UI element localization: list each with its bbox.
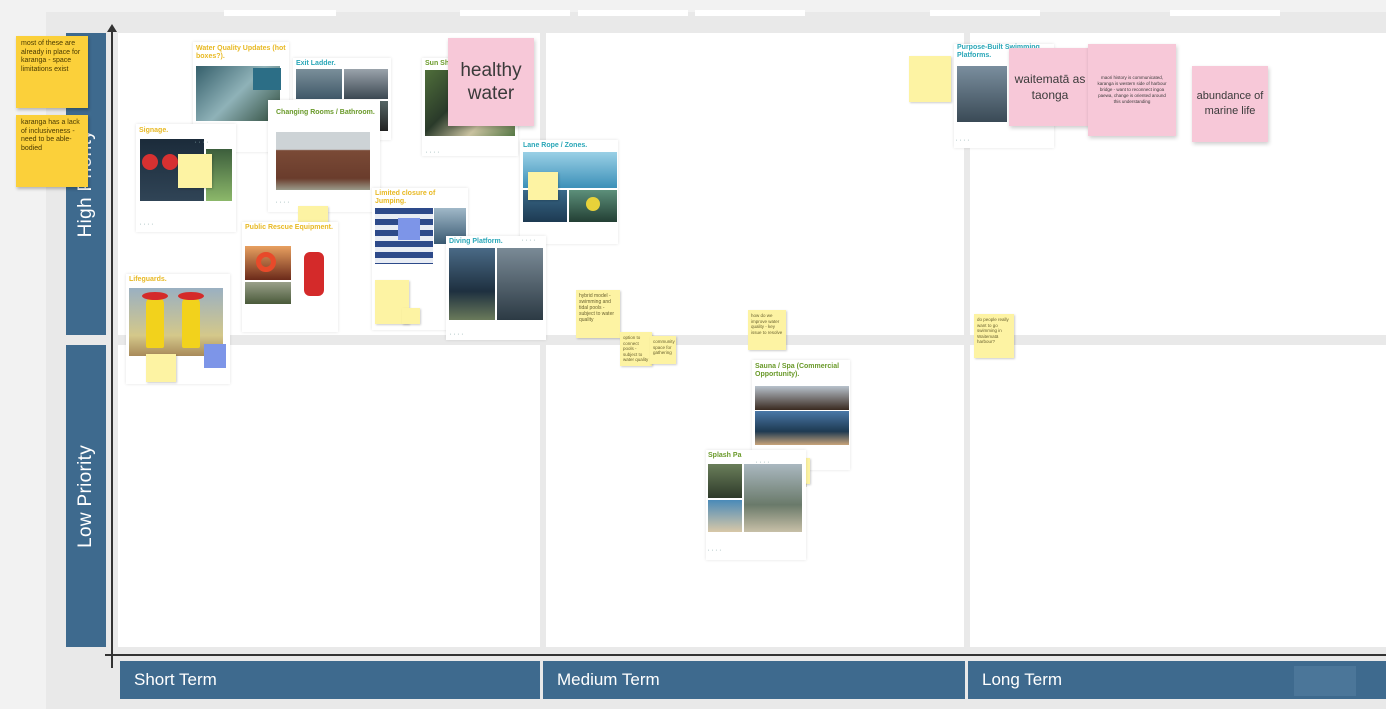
long-term-label: Long Term [982, 670, 1063, 689]
photo [755, 411, 849, 445]
x-axis-line [105, 654, 1386, 656]
card-footer-dots: ▪ ▪ ▪ ▪ [956, 138, 970, 142]
card-footer-dots: ▪ ▪ ▪ ▪ [756, 460, 770, 464]
photo [449, 248, 495, 320]
life-ring-icon [256, 252, 276, 272]
card-footer-dots: ▪ ▪ ▪ ▪ [140, 222, 154, 226]
card-splash-pad[interactable]: Splash Pa [706, 450, 806, 560]
photo [497, 248, 543, 320]
sticky-note-space[interactable]: most of these are already in place for k… [16, 36, 88, 108]
y-axis-arrow-icon [107, 24, 117, 32]
card-lane-rope[interactable]: Lane Rope / Zones. [520, 140, 618, 244]
y-axis-line [111, 28, 113, 668]
warning-sign-icon [162, 154, 178, 170]
card-footer-dots: ▪ ▪ ▪ ▪ [276, 200, 290, 204]
sticky-note-history[interactable]: maori history is communicated, karanga i… [1088, 44, 1176, 136]
card-title: Splash Pa [708, 452, 742, 459]
rescue-bag-icon [304, 252, 324, 296]
sticky-note[interactable]: how do we improve water quality - key is… [748, 310, 786, 350]
card-footer-dots: ▪ ▪ ▪ ▪ [450, 332, 464, 336]
buoy-icon [586, 197, 600, 211]
cropped-header-item [578, 10, 688, 16]
photo [344, 69, 388, 99]
card-footer-dots: ▪ ▪ ▪ ▪ [708, 548, 722, 552]
low-priority-label: Low Priority [75, 444, 96, 548]
card-title: Public Rescue Equipment. [245, 224, 333, 231]
cropped-header-item [1170, 10, 1280, 16]
card-title: Water Quality Updates (hot boxes?). [196, 45, 286, 60]
card-title: Changing Rooms / Bathroom. [276, 109, 375, 116]
lifeguard-figure [182, 296, 200, 348]
card-title: Exit Ladder. [296, 60, 336, 67]
sticky-note[interactable] [178, 154, 212, 188]
card-footer-dots: ▪ ▪ ▪ ▪ [522, 238, 536, 242]
quadrant-low-short[interactable] [118, 345, 540, 647]
card-title: Limited closure of Jumping. [375, 190, 436, 205]
card-diving-platform[interactable]: Diving Platform. [446, 236, 546, 340]
blue-sticky-note[interactable] [398, 218, 420, 240]
photo [744, 464, 802, 532]
card-changing-rooms[interactable]: Changing Rooms / Bathroom. [268, 100, 380, 234]
photo [276, 132, 370, 190]
card-footer-dots: ▪ ▪ ▪ ▪ [426, 150, 440, 154]
quadrant-low-long[interactable] [970, 345, 1386, 647]
minimap-box[interactable] [1294, 666, 1356, 696]
cropped-header-item [224, 10, 336, 16]
sticky-note[interactable] [146, 354, 176, 382]
photo [708, 500, 742, 532]
cropped-header-item [460, 10, 570, 16]
cropped-header-item [930, 10, 1040, 16]
photo [957, 66, 1007, 122]
sticky-note-inclusiveness[interactable]: karanga has a lack of inclusiveness - ne… [16, 115, 88, 187]
photo [245, 282, 291, 304]
short-term-band: Short Term [120, 661, 540, 699]
card-public-rescue[interactable]: Public Rescue Equipment. [242, 222, 338, 332]
sticky-note-marine-life[interactable]: abundance of marine life [1192, 66, 1268, 142]
card-title: Sauna / Spa (Commercial Opportunity). [755, 363, 840, 378]
sticky-note[interactable] [528, 172, 558, 200]
photo [296, 69, 342, 99]
sticky-note[interactable]: option to connect pools - subject to wat… [620, 332, 652, 366]
card-signage[interactable]: Signage. [136, 124, 236, 232]
sticky-note[interactable] [909, 56, 951, 102]
card-title: Diving Platform. [449, 238, 503, 245]
card-footer-dots: ▪ ▪ ▪ ▪ [195, 140, 209, 144]
lifeguard-figure [146, 296, 164, 348]
card-title: Sun Sh [425, 60, 450, 67]
medium-term-label: Medium Term [557, 670, 660, 689]
photo [253, 68, 281, 90]
red-hat-icon [178, 292, 204, 300]
red-hat-icon [142, 292, 168, 300]
sticky-note-waitemata[interactable]: waitematā as taonga [1009, 48, 1091, 126]
sticky-note[interactable]: do people really want to go swimming in … [974, 314, 1014, 358]
warning-sign-icon [142, 154, 158, 170]
low-priority-band: Low Priority [66, 345, 106, 647]
sticky-note[interactable] [402, 308, 420, 324]
photo [755, 386, 849, 410]
sticky-note-healthy-water[interactable]: healthy water [448, 38, 534, 126]
short-term-label: Short Term [134, 670, 217, 689]
card-title: Signage. [139, 127, 169, 134]
cropped-header-item [695, 10, 805, 16]
sticky-note[interactable]: community space for gathering [650, 336, 676, 364]
card-title: Lane Rope / Zones. [523, 142, 588, 149]
medium-term-band: Medium Term [543, 661, 965, 699]
photo [708, 464, 742, 498]
card-lifeguards[interactable]: Lifeguards. [126, 274, 230, 384]
blue-sticky-note[interactable] [204, 344, 226, 368]
sticky-note-hybrid[interactable]: hybrid model - swimming and tidal pools … [576, 290, 620, 338]
card-title: Lifeguards. [129, 276, 167, 283]
